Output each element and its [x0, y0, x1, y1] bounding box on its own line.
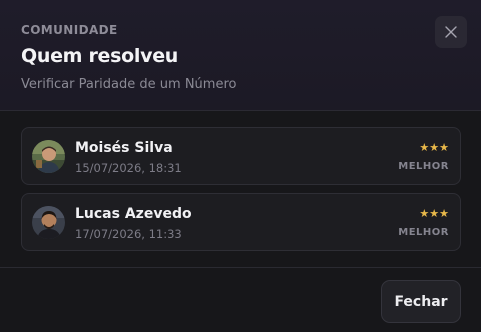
modal-title: Quem resolveu: [21, 45, 179, 67]
solver-card[interactable]: Moisés Silva 15/07/2026, 18:31 ★★★ MELHO…: [21, 127, 461, 185]
solvers-list: Moisés Silva 15/07/2026, 18:31 ★★★ MELHO…: [21, 127, 461, 259]
solver-name: Moisés Silva: [75, 140, 173, 156]
avatar: [32, 206, 65, 239]
solve-date: 17/07/2026, 11:33: [75, 227, 182, 241]
solver-name: Lucas Azevedo: [75, 206, 192, 222]
modal-eyebrow: COMUNIDADE: [21, 23, 118, 37]
modal-subtitle: Verificar Paridade de um Número: [21, 77, 237, 92]
footer-divider: [0, 267, 481, 268]
star-rating: ★★★: [419, 207, 449, 220]
solvers-modal: COMUNIDADE Quem resolveu Verificar Parid…: [0, 0, 481, 332]
modal-header: COMUNIDADE Quem resolveu Verificar Parid…: [0, 0, 481, 111]
rank-badge: MELHOR: [398, 227, 449, 238]
star-rating: ★★★: [419, 141, 449, 154]
avatar: [32, 140, 65, 173]
fechar-button[interactable]: Fechar: [381, 280, 461, 323]
rank-badge: MELHOR: [398, 161, 449, 172]
close-icon: [445, 26, 457, 38]
solve-date: 15/07/2026, 18:31: [75, 161, 182, 175]
close-button[interactable]: [435, 16, 467, 48]
solver-card[interactable]: Lucas Azevedo 17/07/2026, 11:33 ★★★ MELH…: [21, 193, 461, 251]
